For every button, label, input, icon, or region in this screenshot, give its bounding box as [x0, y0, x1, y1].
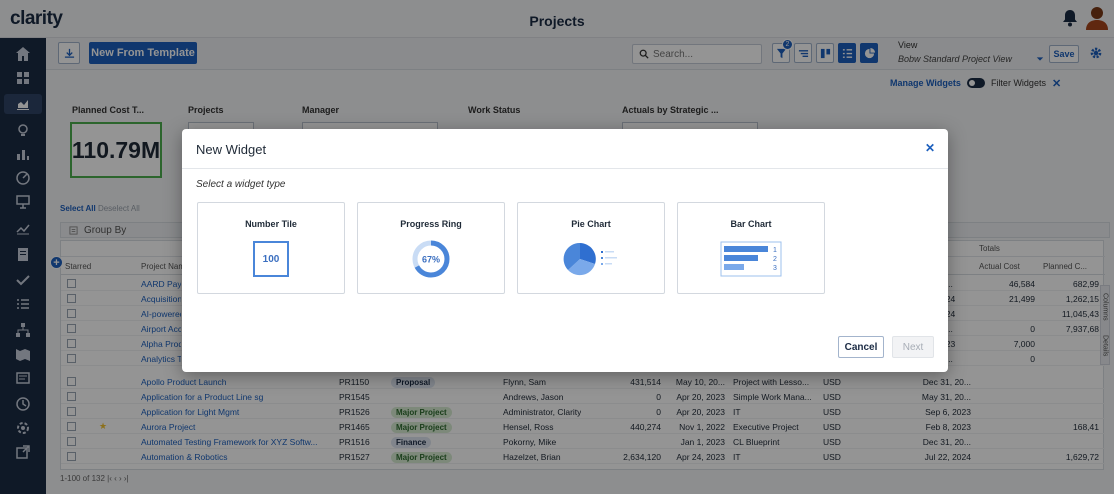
new-widget-dialog: New Widget ✕ Select a widget type Number… [182, 129, 948, 372]
next-button[interactable]: Next [892, 336, 934, 358]
progress-ring-value: 67% [422, 255, 440, 265]
dialog-subtitle: Select a widget type [196, 179, 286, 190]
bar-chart-preview-icon: 1 2 3 [720, 241, 782, 277]
widget-type-bar-chart[interactable]: Bar Chart 1 2 3 [677, 202, 825, 294]
bar-label: 3 [773, 265, 777, 272]
card-label: Progress Ring [400, 219, 462, 229]
close-icon[interactable]: ✕ [922, 140, 938, 156]
widget-type-pie-chart[interactable]: Pie Chart [517, 202, 665, 294]
dialog-title: New Widget [196, 142, 267, 157]
card-label: Number Tile [245, 219, 297, 229]
widget-type-progress-ring[interactable]: Progress Ring 67% [357, 202, 505, 294]
cancel-button[interactable]: Cancel [838, 336, 884, 358]
dialog-footer: Cancel Next [182, 329, 948, 372]
bar-label: 1 [773, 247, 777, 254]
number-tile-preview-icon: 100 [253, 241, 289, 277]
progress-ring-preview-icon: 67% [412, 240, 450, 278]
card-label: Pie Chart [571, 219, 611, 229]
pie-chart-preview-icon [563, 242, 617, 276]
bar-label: 2 [773, 256, 777, 263]
dialog-header: New Widget ✕ [182, 129, 948, 169]
widget-type-number-tile[interactable]: Number Tile 100 [197, 202, 345, 294]
card-label: Bar Chart [730, 219, 772, 229]
